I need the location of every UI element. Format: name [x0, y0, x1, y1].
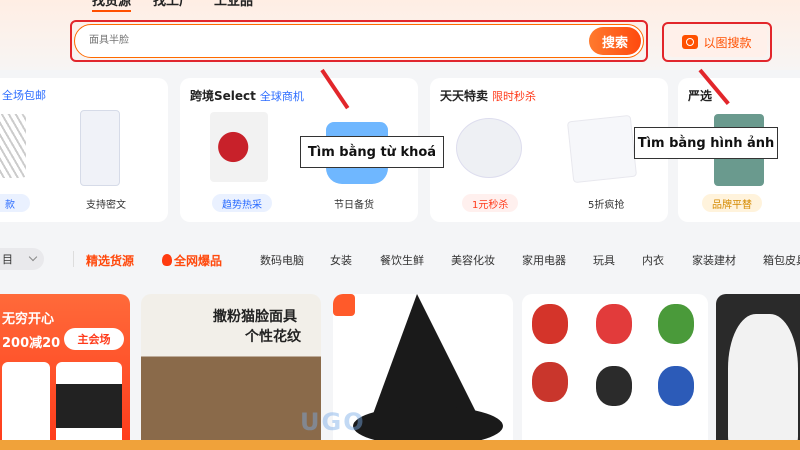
card-title: 严选 — [688, 89, 713, 103]
nav-item-home-building[interactable]: 家装建材 — [692, 252, 736, 268]
nav-item-womenswear[interactable]: 女装 — [330, 252, 352, 268]
image-search-label: 以图搜款 — [703, 35, 752, 50]
product-image — [532, 304, 568, 344]
promo-title: 无穷开心 — [2, 312, 55, 327]
product-caption: 个性花纹 — [245, 329, 301, 345]
product-image[interactable] — [0, 114, 26, 178]
card-title: 跨境Select 全球商机 — [190, 89, 304, 103]
nav-item-hot[interactable]: 全网爆品 — [162, 252, 222, 269]
callout-keyword-search: Tìm bằng từ khoá — [300, 136, 444, 168]
nav-item-hot-label: 全网爆品 — [174, 254, 223, 268]
product-image[interactable] — [2, 362, 50, 450]
product-image — [658, 304, 694, 344]
promo-card-free-shipping[interactable]: 全场包邮 款 支持密文 — [0, 78, 168, 222]
promo-discount: 200减20 — [2, 336, 61, 351]
nav-item-appliances[interactable]: 家用电器 — [522, 252, 566, 268]
nav-item-featured[interactable]: 精选货源 — [86, 252, 134, 269]
callout-image-search: Tìm bằng hình ảnh — [634, 127, 778, 159]
flame-icon — [162, 254, 172, 266]
watermark-logo: UGO — [300, 408, 366, 436]
search-bar: 搜索 — [74, 24, 644, 58]
nav-item-toys[interactable]: 玩具 — [593, 252, 615, 268]
tab-industrial[interactable]: 工业品 — [214, 0, 253, 12]
card-item-label[interactable]: 5折疯抢 — [588, 196, 624, 211]
product-image — [373, 294, 477, 414]
product-image[interactable] — [456, 118, 522, 178]
image-search-button[interactable]: 以图搜款 — [667, 27, 767, 57]
chevron-down-icon — [28, 252, 38, 262]
camera-icon — [682, 35, 699, 49]
category-select[interactable]: 目 — [0, 248, 44, 270]
card-pill[interactable]: 品牌平替 — [702, 194, 762, 212]
promo-banner[interactable]: 无穷开心 200减20 主会场 — [0, 294, 130, 450]
card-item-label[interactable]: 支持密文 — [86, 196, 126, 211]
product-image — [658, 366, 694, 406]
promo-card-daily-deals[interactable]: 天天特卖 限时秒杀 1元秒杀 5折疯抢 — [430, 78, 668, 222]
card-item-label[interactable]: 节日备货 — [334, 196, 374, 211]
product-image[interactable] — [80, 110, 120, 186]
card-title: 全场包邮 — [2, 89, 46, 102]
card-pill[interactable]: 款 — [0, 194, 30, 212]
main-venue-button[interactable]: 主会场 — [64, 328, 124, 350]
scan-icon[interactable] — [333, 294, 355, 316]
product-image[interactable] — [566, 114, 638, 184]
tab-find-goods[interactable]: 找货源 — [92, 0, 132, 12]
product-card-hero-masks[interactable] — [522, 294, 708, 450]
tab-find-factory[interactable]: 找工厂 — [153, 0, 192, 12]
product-caption: 撒粉猫脸面具 — [213, 309, 297, 325]
nav-item-beauty[interactable]: 美容化妆 — [451, 252, 495, 268]
product-image — [596, 304, 632, 344]
nav-divider — [73, 251, 74, 267]
card-title: 天天特卖 限时秒杀 — [440, 89, 537, 103]
product-image[interactable] — [210, 112, 268, 182]
search-button[interactable]: 搜索 — [589, 27, 641, 55]
product-image[interactable] — [56, 362, 122, 450]
product-image — [728, 314, 798, 450]
card-pill[interactable]: 趋势热采 — [212, 194, 272, 212]
product-card-mask[interactable]: 撒粉猫脸面具 个性花纹 — [141, 294, 321, 450]
bottom-bar — [0, 440, 800, 450]
top-tabs: 找货源 找工厂 工业品 — [92, 0, 253, 12]
category-select-label: 目 — [2, 253, 13, 266]
search-input[interactable] — [89, 25, 569, 56]
card-pill[interactable]: 1元秒杀 — [462, 194, 519, 212]
product-image — [532, 362, 568, 402]
product-card-ghost[interactable] — [716, 294, 800, 450]
nav-item-electronics[interactable]: 数码电脑 — [260, 252, 304, 268]
product-image — [596, 366, 632, 406]
nav-item-bags[interactable]: 箱包皮具 — [763, 252, 800, 268]
nav-item-underwear[interactable]: 内衣 — [642, 252, 664, 268]
nav-item-food[interactable]: 餐饮生鲜 — [380, 252, 424, 268]
